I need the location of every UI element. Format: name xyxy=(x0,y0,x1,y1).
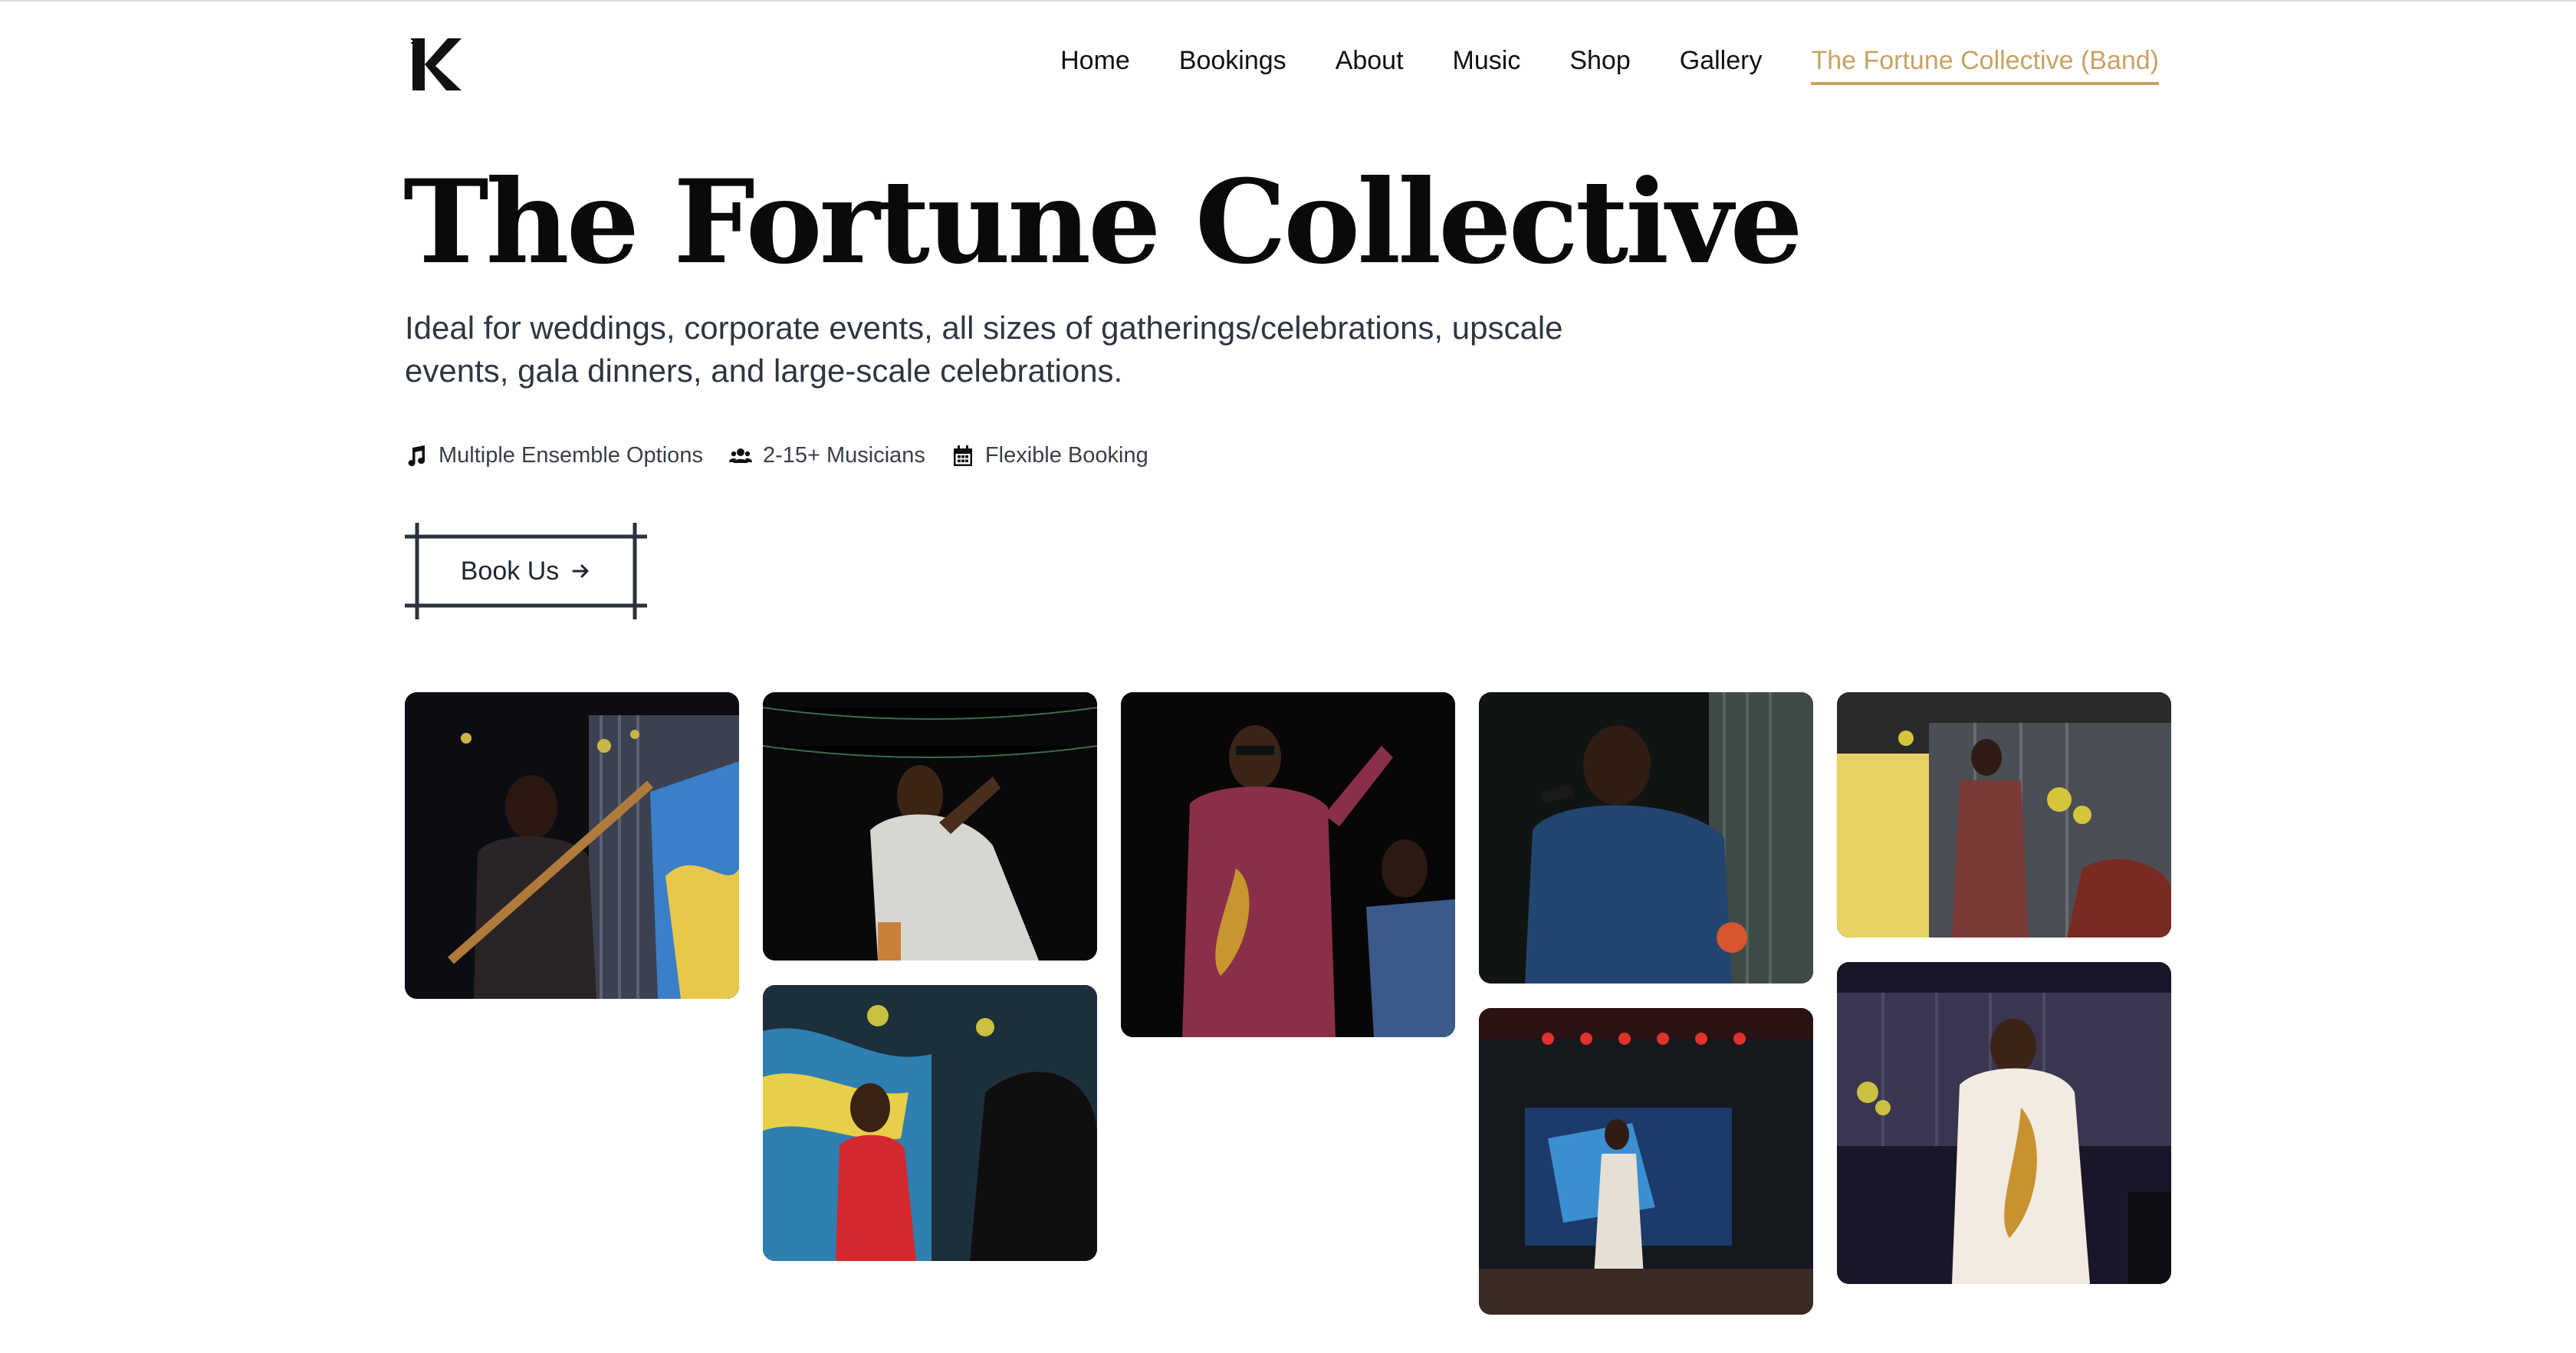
music-note-icon xyxy=(408,445,426,466)
nav-item-shop[interactable]: Shop xyxy=(1569,44,1630,85)
book-us-label: Book Us xyxy=(460,556,560,586)
arrow-right-icon xyxy=(572,564,589,578)
feature-label: Multiple Ensemble Options xyxy=(439,443,703,468)
nav-item-bookings[interactable]: Bookings xyxy=(1179,44,1286,85)
gallery-photo[interactable] xyxy=(1837,692,2171,938)
nav-item-about[interactable]: About xyxy=(1336,44,1404,85)
nav-item-gallery[interactable]: Gallery xyxy=(1680,44,1763,85)
nav-item-fortune-collective[interactable]: The Fortune Collective (Band) xyxy=(1811,44,2159,85)
top-border xyxy=(0,0,2576,2)
gallery-photo[interactable] xyxy=(763,985,1097,1261)
feature-label: Flexible Booking xyxy=(984,443,1148,468)
users-icon xyxy=(728,448,752,463)
page-subtitle: Ideal for weddings, corporate events, al… xyxy=(405,310,1563,389)
gallery-photo[interactable] xyxy=(1479,692,1813,984)
feature-booking: Flexible Booking xyxy=(951,443,1148,468)
feature-ensemble: Multiple Ensemble Options xyxy=(405,443,703,468)
page-title: The Fortune Collective xyxy=(403,155,1803,290)
feature-musicians: 2-15+ Musicians xyxy=(728,443,925,468)
gallery-photo[interactable] xyxy=(405,692,739,999)
gallery-photo[interactable] xyxy=(763,692,1097,961)
feature-label: 2-15+ Musicians xyxy=(762,443,925,468)
gallery-photo[interactable] xyxy=(1837,962,2171,1284)
k-logo[interactable] xyxy=(408,35,463,94)
nav-item-music[interactable]: Music xyxy=(1453,44,1521,85)
button-content: Book Us xyxy=(405,523,647,619)
book-us-button[interactable]: Book Us xyxy=(405,523,647,619)
feature-list: Multiple Ensemble Options 2-15+ Musician… xyxy=(405,443,1148,468)
gallery-photo[interactable] xyxy=(1121,692,1455,1037)
main-nav: Home Bookings About Music Shop Gallery T… xyxy=(1060,43,2159,86)
nav-item-home[interactable]: Home xyxy=(1060,44,1130,85)
calendar-icon xyxy=(953,445,972,466)
gallery-photo[interactable] xyxy=(1479,1008,1813,1315)
